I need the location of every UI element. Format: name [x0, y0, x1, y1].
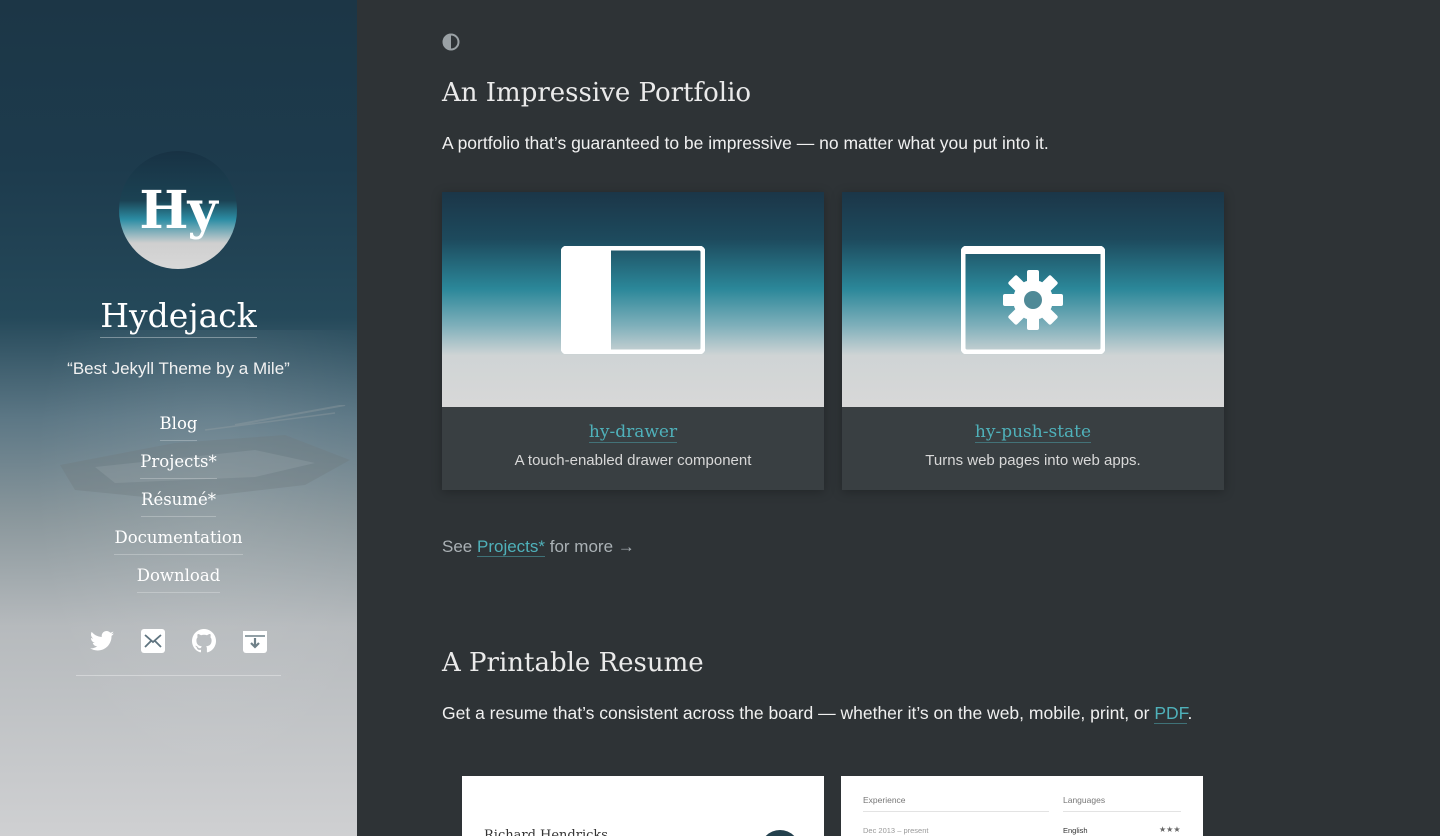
project-description: Turns web pages into web apps. [925, 452, 1141, 469]
nav-item-download: Download [0, 557, 357, 595]
project-card-hy-drawer[interactable]: hy-drawer A touch-enabled drawer compone… [442, 192, 824, 490]
download-icon[interactable] [243, 627, 267, 655]
project-title: hy-push-state [842, 422, 1224, 443]
resume-preview-main: Richard Hendricks [462, 776, 824, 836]
resume-pdf-link[interactable]: PDF [1154, 703, 1188, 724]
nav-link-documentation[interactable]: Documentation [114, 522, 243, 555]
avatar[interactable]: Hy [119, 151, 237, 269]
portfolio-heading: An Impressive Portfolio [442, 78, 752, 108]
nav-item-documentation: Documentation [0, 519, 357, 557]
resume-lead-text: Get a resume that’s consistent across th… [442, 703, 1150, 723]
resume-date: Dec 2013 – present [863, 826, 929, 835]
nav-item-resume: Résumé* [0, 481, 357, 519]
site-title-link[interactable]: Hydejack [100, 296, 257, 338]
project-link-hy-drawer[interactable]: hy-drawer [588, 422, 678, 443]
nav-link-download[interactable]: Download [136, 560, 221, 593]
resume-experience-label: Experience [863, 795, 906, 805]
site-title: Hydejack [0, 296, 357, 338]
avatar-text: Hy [139, 179, 217, 241]
sidebar: Hy Hydejack “Best Jekyll Theme by a Mile… [0, 0, 357, 836]
resume-language: English [1063, 826, 1088, 835]
project-link-hy-push-state[interactable]: hy-push-state [974, 422, 1092, 443]
see-more-projects: See Projects* for more → [442, 537, 635, 557]
resume-lead-suffix: . [1187, 703, 1193, 723]
project-card-hy-push-state[interactable]: hy-push-state Turns web pages into web a… [842, 192, 1224, 490]
half-circle-icon[interactable] [442, 33, 460, 51]
social-links [0, 627, 357, 655]
site-tagline: “Best Jekyll Theme by a Mile” [67, 359, 290, 378]
sidebar-nav: Blog Projects* Résumé* Documentation Dow… [0, 405, 357, 595]
project-thumbnail [842, 192, 1224, 407]
resume-avatar [760, 830, 800, 836]
project-thumbnail [442, 192, 824, 407]
see-more-projects-link[interactable]: Projects* [476, 537, 546, 557]
gear-window-icon [961, 245, 1105, 354]
resume-lead: Get a resume that’s consistent across th… [442, 703, 1192, 724]
resume-rule [1063, 811, 1181, 812]
project-title: hy-drawer [442, 422, 824, 443]
nav-item-blog: Blog [0, 405, 357, 443]
resume-preview-details: Experience Languages Dec 2013 – present … [841, 776, 1203, 836]
resume-rating: ★★★ [1159, 825, 1181, 834]
nav-link-projects[interactable]: Projects* [140, 446, 217, 479]
arrow-right-icon: → [617, 537, 635, 556]
resume-rule [863, 811, 1049, 812]
sidebar-divider [76, 675, 281, 676]
twitter-icon[interactable] [90, 627, 114, 655]
see-more-prefix: See [442, 537, 473, 556]
nav-link-resume[interactable]: Résumé* [141, 484, 216, 517]
resume-heading: A Printable Resume [442, 648, 704, 678]
resume-languages-label: Languages [1063, 795, 1106, 805]
project-description: A touch-enabled drawer component [514, 452, 752, 469]
nav-link-blog[interactable]: Blog [159, 408, 198, 441]
email-icon[interactable] [141, 627, 165, 655]
see-more-suffix: for more [549, 537, 614, 556]
resume-name: Richard Hendricks [484, 828, 608, 836]
portfolio-lead: A portfolio that’s guaranteed to be impr… [442, 133, 1049, 153]
drawer-icon [561, 245, 705, 354]
nav-item-projects: Projects* [0, 443, 357, 481]
github-icon[interactable] [192, 627, 216, 655]
